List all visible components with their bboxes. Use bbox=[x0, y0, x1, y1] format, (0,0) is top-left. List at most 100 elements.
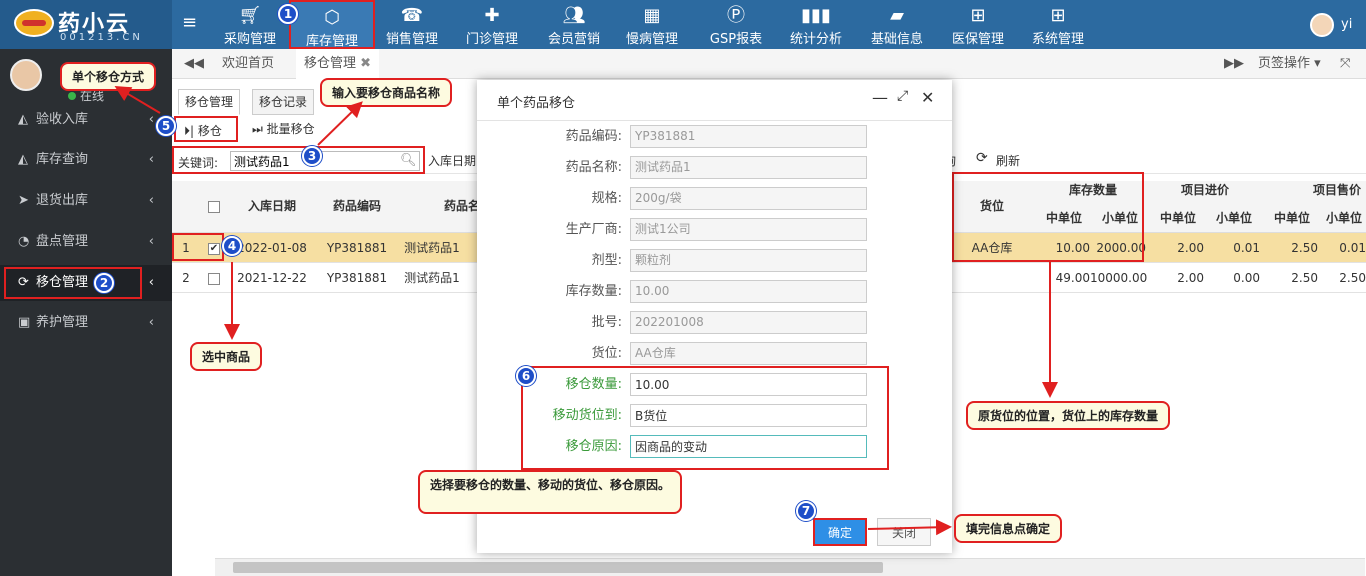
field-row: 生产厂商: 测试1公司 bbox=[477, 218, 952, 242]
topnav-chronic[interactable]: ▦ 慢病管理 bbox=[616, 0, 688, 49]
select-all-checkbox[interactable] bbox=[202, 191, 226, 221]
field-label: 库存数量: bbox=[565, 284, 622, 299]
row-number: 2 bbox=[182, 271, 190, 285]
field-row: 药品编码: YP381881 bbox=[477, 125, 952, 149]
field-label: 规格: bbox=[591, 191, 622, 206]
topnav-basic[interactable]: ▰ 基础信息 bbox=[861, 0, 933, 49]
sidebar-item-maintenance[interactable]: ▣ 养护管理 ‹ bbox=[0, 305, 172, 341]
topnav-member[interactable]: 👥︎ 会员营销 bbox=[538, 0, 610, 49]
col-sale-mid[interactable]: 中单位 bbox=[1266, 203, 1318, 233]
step-badge-7: 7 bbox=[796, 501, 816, 521]
menu-toggle-icon[interactable]: ≡ bbox=[182, 12, 197, 33]
topnav-insurance[interactable]: ⊞ 医保管理 bbox=[942, 0, 1014, 49]
bar-chart-icon: ▮▮▮ bbox=[801, 5, 831, 26]
subtab-manage[interactable]: 移仓管理 bbox=[178, 89, 241, 115]
batch-move-button[interactable]: ⏭ 批量移仓 bbox=[252, 116, 315, 142]
cell-stock-mid: 49.00 bbox=[1055, 271, 1090, 285]
scrollbar-thumb[interactable] bbox=[233, 562, 883, 573]
topnav-inventory[interactable]: ⬡ 库存管理 bbox=[289, 0, 375, 49]
col-in-date[interactable]: 入库日期 bbox=[232, 191, 312, 221]
confirm-button[interactable]: 确定 bbox=[813, 518, 867, 546]
field-row: 库存数量: 10.00 bbox=[477, 280, 952, 304]
drug-name-field: 测试药品1 bbox=[630, 156, 867, 179]
cell-in-date: 2021-12-22 bbox=[237, 271, 307, 285]
sidebar-item-label: 盘点管理 bbox=[36, 234, 89, 249]
topnav-label: 基础信息 bbox=[870, 32, 923, 47]
horizontal-scrollbar[interactable] bbox=[215, 558, 1365, 576]
callout-enter-name: 输入要移仓商品名称 bbox=[320, 78, 453, 107]
page-ops-dropdown[interactable]: 页签操作 ▾ bbox=[1258, 49, 1321, 79]
avatar[interactable] bbox=[1310, 13, 1334, 37]
topnav-label: 医保管理 bbox=[951, 32, 1004, 47]
tabs-scroll-right-icon[interactable]: ▶▶ bbox=[1224, 49, 1244, 79]
col-sale: 项目售价 bbox=[1312, 183, 1361, 197]
refresh-icon[interactable]: ⟳ bbox=[976, 150, 988, 166]
topnav-sales[interactable]: ☎ 销售管理 bbox=[377, 0, 447, 49]
keyword-input[interactable] bbox=[230, 151, 420, 171]
col-purchase-mid[interactable]: 中单位 bbox=[1152, 203, 1204, 233]
sidebar-item-stock-query[interactable]: ◭ 库存查询 ‹ bbox=[0, 142, 172, 178]
cell-sale-small: 0.01 bbox=[1339, 241, 1366, 255]
drug-code-field: YP381881 bbox=[630, 125, 867, 148]
batch-move-label: 批量移仓 bbox=[266, 122, 315, 136]
tab-home[interactable]: 欢迎首页 bbox=[222, 49, 274, 79]
highlight-box bbox=[172, 233, 224, 261]
users-icon: 👥︎ bbox=[562, 5, 586, 26]
close-button[interactable]: 关闭 bbox=[877, 518, 931, 546]
field-label: 药品名称: bbox=[565, 160, 622, 175]
fullscreen-icon[interactable]: ⤧ bbox=[1340, 49, 1350, 79]
tab-label: 移仓管理 bbox=[304, 56, 357, 71]
field-row: 货位: AA仓库 bbox=[477, 342, 952, 366]
close-icon[interactable]: ✖ bbox=[360, 56, 371, 71]
step-badge-6: 6 bbox=[516, 366, 536, 386]
topnav-gsp[interactable]: Ⓟ GSP报表 bbox=[700, 0, 772, 49]
callout-select-goods: 选中商品 bbox=[190, 342, 263, 371]
user-name[interactable]: yi bbox=[1341, 17, 1352, 32]
batch-no-field: 202201008 bbox=[630, 311, 867, 334]
maximize-icon[interactable]: ⤢ bbox=[897, 88, 908, 104]
send-icon: ➤ bbox=[18, 193, 29, 208]
sidebar-item-label: 养护管理 bbox=[36, 315, 89, 330]
col-purchase: 项目进价 bbox=[1180, 183, 1229, 197]
topnav-clinic[interactable]: ✚ 门诊管理 bbox=[456, 0, 528, 49]
col-code[interactable]: 药品编码 bbox=[317, 191, 397, 221]
area-chart-icon: ◭ bbox=[18, 112, 28, 127]
sidebar-item-label: 验收入库 bbox=[36, 112, 89, 127]
tabs-scroll-left-icon[interactable]: ◀◀ bbox=[184, 49, 204, 79]
sidebar-item-return[interactable]: ➤ 退货出库 ‹ bbox=[0, 183, 172, 219]
topnav-system[interactable]: ⊞ 系统管理 bbox=[1022, 0, 1094, 49]
minimize-icon[interactable]: — bbox=[872, 88, 888, 107]
search-icon[interactable]: 🔍︎ bbox=[400, 153, 417, 168]
cell-code: YP381881 bbox=[326, 271, 388, 285]
step-badge-5: 5 bbox=[156, 116, 176, 136]
logo[interactable]: 药小云 001213.CN bbox=[0, 0, 172, 49]
col-sale-small[interactable]: 小单位 bbox=[1322, 203, 1366, 233]
field-label: 货位: bbox=[591, 346, 622, 361]
page-ops-label: 页签操作 bbox=[1258, 56, 1311, 71]
topnav-label: 系统管理 bbox=[1031, 32, 1084, 47]
topnav-label: 会员营销 bbox=[547, 32, 600, 47]
sidebar-item-stocktake[interactable]: ◔ 盘点管理 ‹ bbox=[0, 224, 172, 260]
cell-purchase-mid: 2.00 bbox=[1177, 271, 1204, 285]
row-checkbox[interactable] bbox=[202, 263, 226, 293]
move-button[interactable]: ⏵| 移仓 bbox=[174, 116, 238, 142]
windows-icon: ⊞ bbox=[1050, 5, 1066, 26]
close-icon[interactable]: ✕ bbox=[921, 88, 934, 107]
fast-forward-icon: ⏭ bbox=[252, 122, 263, 136]
refresh-button[interactable]: 刷新 bbox=[996, 152, 1020, 169]
topnav-label: 销售管理 bbox=[385, 32, 438, 47]
status-dot-icon bbox=[68, 92, 76, 100]
tab-transfer[interactable]: 移仓管理 ✖ bbox=[296, 49, 380, 79]
sidebar-item-receiving[interactable]: ◭ 验收入库 ‹ bbox=[0, 102, 172, 138]
chevron-left-icon: ‹ bbox=[148, 275, 154, 290]
callout-choose-fields: 选择要移仓的数量、移动的货位、移仓原因。 bbox=[418, 470, 683, 514]
cell-sale-mid: 2.50 bbox=[1291, 241, 1318, 255]
topnav-stats[interactable]: ▮▮▮ 统计分析 bbox=[780, 0, 852, 49]
topnav-label: 采购管理 bbox=[223, 32, 276, 47]
in-date-label: 入库日期 bbox=[428, 154, 477, 168]
highlight-box bbox=[4, 267, 142, 299]
col-purchase-small[interactable]: 小单位 bbox=[1208, 203, 1260, 233]
sidebar-item-label: 退货出库 bbox=[36, 193, 89, 208]
topnav-purchase[interactable]: 🛒︎ 采购管理 bbox=[214, 0, 286, 49]
subtab-records[interactable]: 移仓记录 bbox=[252, 89, 315, 115]
